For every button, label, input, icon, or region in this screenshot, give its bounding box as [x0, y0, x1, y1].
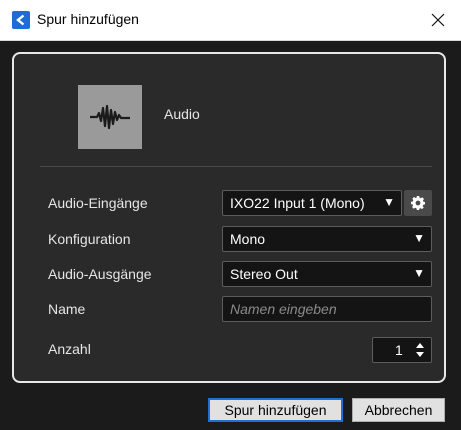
- audio-outputs-label: Audio-Ausgänge: [48, 266, 152, 282]
- audio-waveform-icon: [90, 104, 130, 130]
- divider: [40, 166, 432, 167]
- track-type-label: Audio: [164, 106, 200, 122]
- chevron-down-icon: ▼: [413, 266, 425, 280]
- gear-icon: [411, 196, 425, 210]
- cancel-button[interactable]: Abbrechen: [352, 398, 445, 422]
- title-bar: Spur hinzufügen: [0, 0, 461, 41]
- configuration-label: Konfiguration: [48, 231, 131, 247]
- name-label: Name: [48, 301, 86, 317]
- count-label: Anzahl: [48, 341, 91, 357]
- chevron-down-icon: ▼: [413, 231, 425, 245]
- audio-inputs-label: Audio-Eingänge: [48, 195, 148, 211]
- add-track-button[interactable]: Spur hinzufügen: [208, 398, 343, 422]
- name-input[interactable]: [222, 296, 432, 322]
- window-title: Spur hinzufügen: [37, 11, 139, 27]
- track-settings-panel: Audio Audio-Eingänge IXO22 Input 1 (Mono…: [12, 52, 446, 383]
- audio-inputs-value: IXO22 Input 1 (Mono): [230, 195, 365, 211]
- input-settings-button[interactable]: [404, 190, 432, 216]
- audio-outputs-select[interactable]: Stereo Out ▼: [222, 261, 432, 287]
- chevron-down-icon: ▼: [383, 195, 395, 209]
- track-type-audio-button[interactable]: [78, 85, 142, 149]
- close-icon: [431, 13, 445, 27]
- stepper-arrows-icon: [416, 343, 424, 357]
- configuration-select[interactable]: Mono ▼: [222, 226, 432, 252]
- add-track-dialog: Spur hinzufügen Audio Audio-Eingänge IXO…: [0, 0, 461, 430]
- audio-outputs-value: Stereo Out: [230, 266, 298, 282]
- count-value: 1: [395, 342, 403, 358]
- close-button[interactable]: [415, 0, 461, 40]
- cubase-icon: [12, 11, 30, 29]
- configuration-value: Mono: [230, 231, 266, 247]
- count-stepper[interactable]: 1: [372, 337, 432, 363]
- audio-inputs-select[interactable]: IXO22 Input 1 (Mono) ▼: [222, 190, 402, 216]
